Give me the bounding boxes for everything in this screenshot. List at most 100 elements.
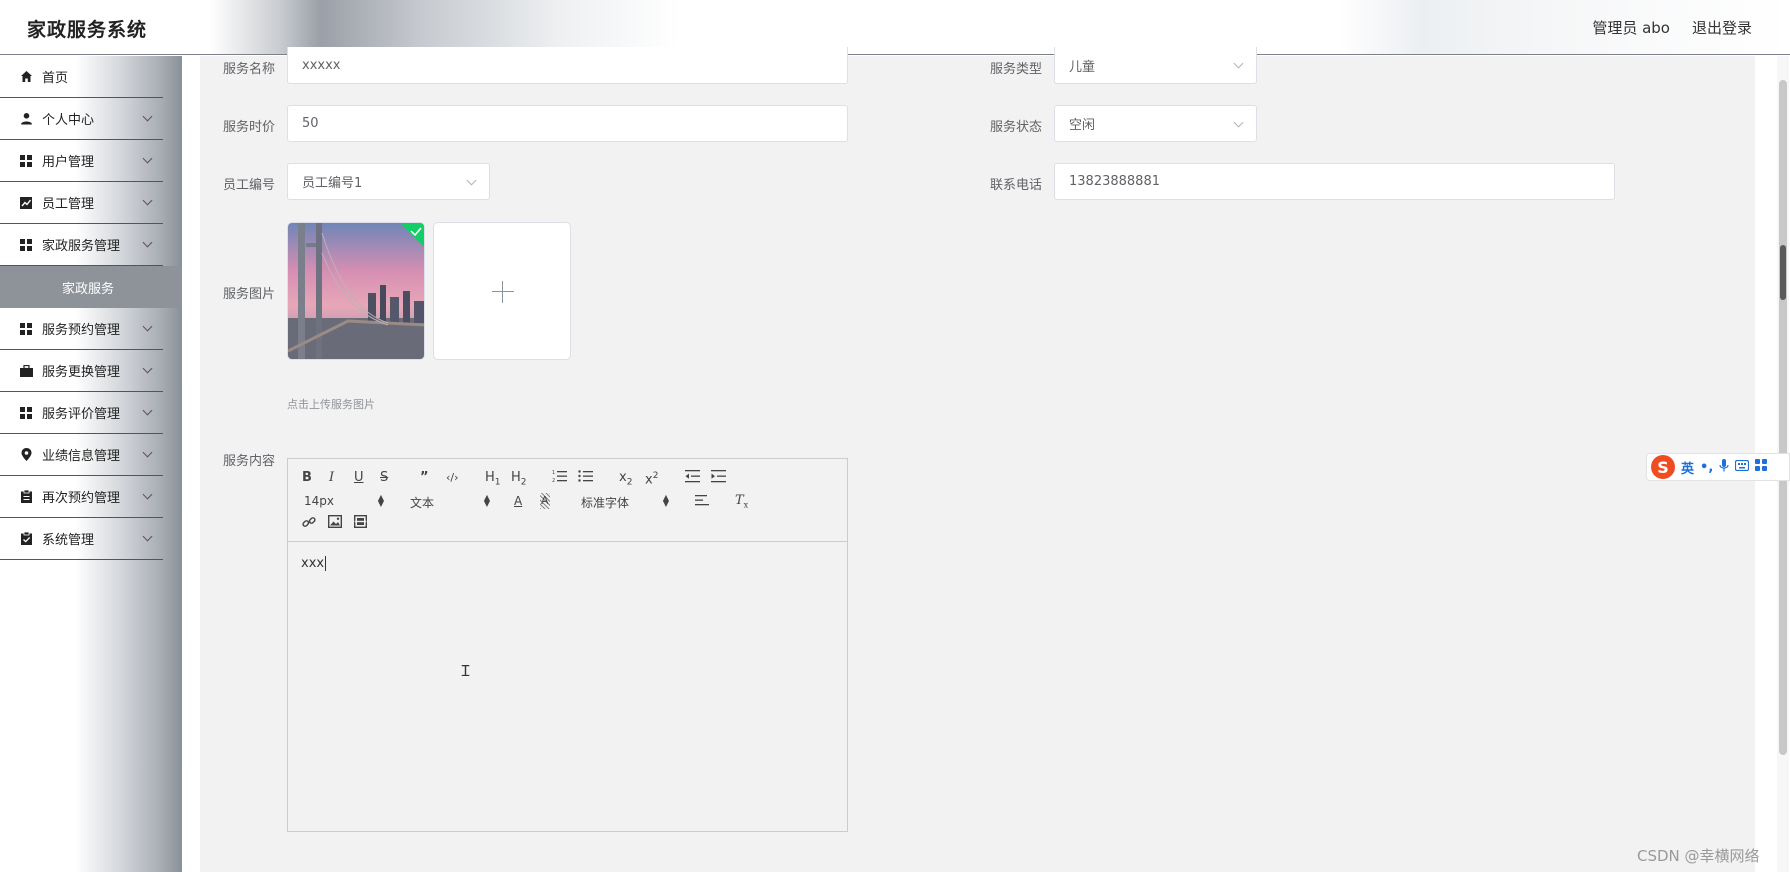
staff-no-select[interactable]: 员工编号1 [287,163,490,200]
italic-icon[interactable]: I [329,470,334,486]
plus-icon [492,291,514,292]
grid-icon [19,406,33,420]
upload-tip: 点击上传服务图片 [287,398,375,411]
header-format-select[interactable]: 文本 ▲ ▼ [410,494,490,511]
image-icon[interactable] [327,514,343,533]
sidebar-item-home[interactable]: 首页 [0,56,163,98]
chevron-down-icon [142,321,153,332]
clipboard-icon [19,490,33,504]
phone-label: 联系电话 [989,178,1042,193]
chevron-down-icon [142,447,153,458]
updown-icon: ▲ ▼ [662,493,669,508]
bridge-photo [288,223,424,359]
sidebar-item-label: 服务更换管理 [42,365,121,380]
font-color-icon[interactable]: A [514,493,522,509]
watermark-text: CSDN @幸横网络 [1637,847,1760,865]
service-name-input[interactable]: xxxxx [287,47,848,84]
chevron-down-icon [1233,117,1244,128]
service-status-value: 空闲 [1069,118,1096,133]
font-size-value: 14px [304,494,334,508]
chevron-down-icon [142,405,153,416]
svg-text:1: 1 [552,470,555,476]
briefcase-icon [19,364,33,378]
rich-text-editor: B I U S ” ‹/› H1 H2 12 x2 x2 14px ▲ ▼ 文本 … [287,458,848,832]
sidebar-item-review[interactable]: 服务评价管理 [0,392,163,434]
chart-icon [19,196,33,210]
sidebar-item-system[interactable]: 系统管理 [0,518,163,560]
updown-icon: ▲ ▼ [483,493,490,508]
phone-input[interactable]: 13823888881 [1054,163,1615,200]
sidebar-item-performance[interactable]: 业绩信息管理 [0,434,163,476]
heading2-icon[interactable]: H2 [511,470,527,491]
punctuation-icon[interactable]: •, [1700,460,1713,475]
sidebar-item-booking[interactable]: 服务预约管理 [0,308,163,350]
font-family-value: 标准字体 [581,496,630,510]
ordered-list-icon[interactable]: 12 [552,469,567,488]
service-name-label: 服务名称 [222,62,275,77]
editor-text: xxx [301,556,325,571]
sidebar-item-personal[interactable]: 个人中心 [0,98,163,140]
microphone-icon[interactable] [1719,458,1729,476]
chevron-down-icon [142,531,153,542]
chevron-down-icon [142,111,153,122]
sidebar-item-staff[interactable]: 员工管理 [0,182,163,224]
staff-no-label: 员工编号 [222,178,275,193]
sidebar-item-replace[interactable]: 服务更换管理 [0,350,163,392]
editor-content[interactable]: xxx [301,556,327,571]
font-size-select[interactable]: 14px ▲ ▼ [304,494,384,509]
video-icon[interactable] [353,514,368,533]
logout-link[interactable]: 退出登录 [1692,17,1752,38]
apps-grid-icon[interactable] [1755,459,1768,475]
blockquote-icon[interactable]: ” [420,470,429,486]
underline-icon[interactable]: U [354,470,364,486]
sidebar-item-rebooking[interactable]: 再次预约管理 [0,476,163,518]
outdent-icon[interactable] [685,469,700,488]
chevron-down-icon [142,195,153,206]
sidebar-item-label: 首页 [42,71,69,86]
ime-toolbar[interactable]: S 英 •, [1646,453,1790,481]
sidebar-item-users[interactable]: 用户管理 [0,140,163,182]
service-type-select[interactable]: 儿童 [1054,47,1257,84]
strikethrough-icon[interactable]: S [380,470,388,486]
keyboard-icon[interactable] [1735,459,1750,475]
background-color-icon[interactable]: A [540,493,550,509]
bullet-list-icon[interactable] [578,469,593,488]
ime-language-label[interactable]: 英 [1681,458,1694,477]
heading1-icon[interactable]: H1 [485,470,501,491]
link-icon[interactable] [302,515,316,534]
sidebar-item-label: 服务预约管理 [42,323,121,338]
service-price-input[interactable]: 50 [287,105,848,142]
service-type-label: 服务类型 [989,62,1042,77]
grid-icon [19,238,33,252]
staff-no-value: 员工编号1 [302,176,363,191]
font-family-select[interactable]: 标准字体 ▲ ▼ [581,494,669,511]
editor-toolbar: B I U S ” ‹/› H1 H2 12 x2 x2 14px ▲ ▼ 文本 … [288,459,847,542]
uploaded-image-thumbnail[interactable] [287,222,425,360]
superscript-icon[interactable]: x2 [645,468,658,488]
chevron-down-icon [466,175,477,186]
subscript-icon[interactable]: x2 [619,470,632,491]
sidebar-item-label: 个人中心 [42,113,95,128]
sidebar-item-label: 家政服务管理 [42,239,121,254]
clear-format-icon[interactable]: Tx [735,493,748,514]
bold-icon[interactable]: B [302,470,312,486]
sogou-logo-icon: S [1651,455,1675,479]
sidebar-subitem-housekeeping-service[interactable]: 家政服务 [0,266,182,308]
current-user[interactable]: 管理员 abo [1592,17,1670,38]
upload-add-button[interactable] [433,222,571,360]
sidebar-item-housekeeping[interactable]: 家政服务管理 [0,224,163,266]
sidebar-item-label: 用户管理 [42,155,95,170]
scrollbar-thumb[interactable] [1779,80,1787,755]
home-icon [19,70,33,84]
grid-icon [19,154,33,168]
sidebar-item-label: 服务评价管理 [42,407,121,422]
top-header: 家政服务系统 管理员 abo 退出登录 [0,0,1790,55]
chevron-down-icon [1233,58,1244,69]
service-name-value: xxxxx [302,57,341,73]
indent-icon[interactable] [711,469,726,488]
code-block-icon[interactable]: ‹/› [446,470,459,486]
header-user-area: 管理员 abo 退出登录 [1592,17,1752,38]
header-format-value: 文本 [410,496,435,510]
align-left-icon[interactable] [695,493,709,512]
service-status-select[interactable]: 空闲 [1054,105,1257,142]
